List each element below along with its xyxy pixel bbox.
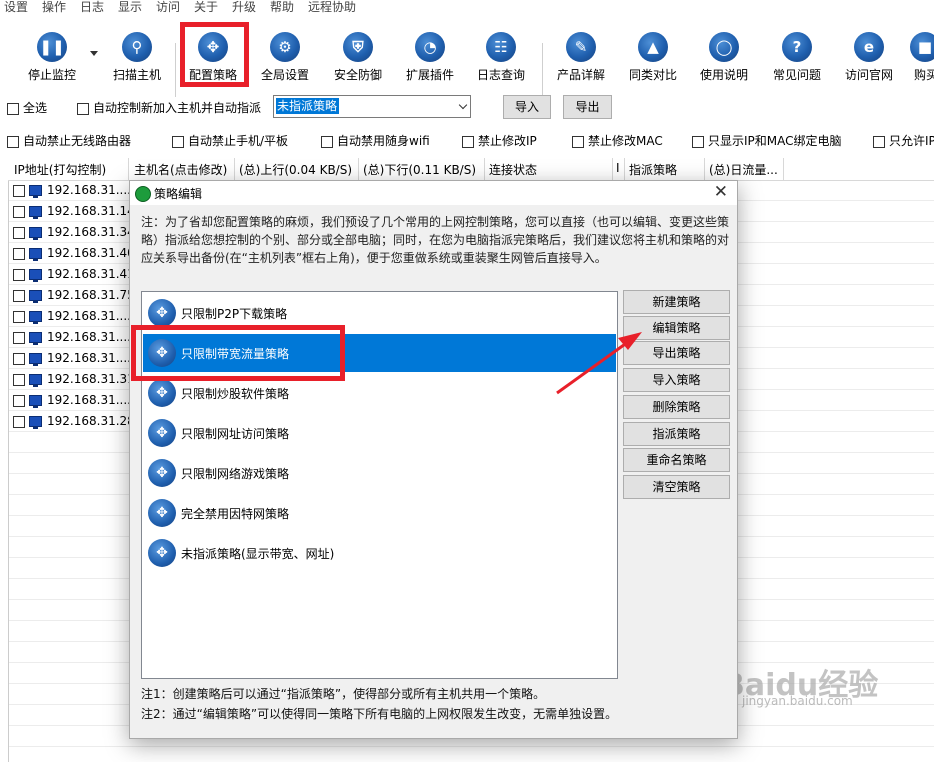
annotation-arrow — [556, 332, 642, 395]
arrow-shaft — [556, 340, 629, 395]
